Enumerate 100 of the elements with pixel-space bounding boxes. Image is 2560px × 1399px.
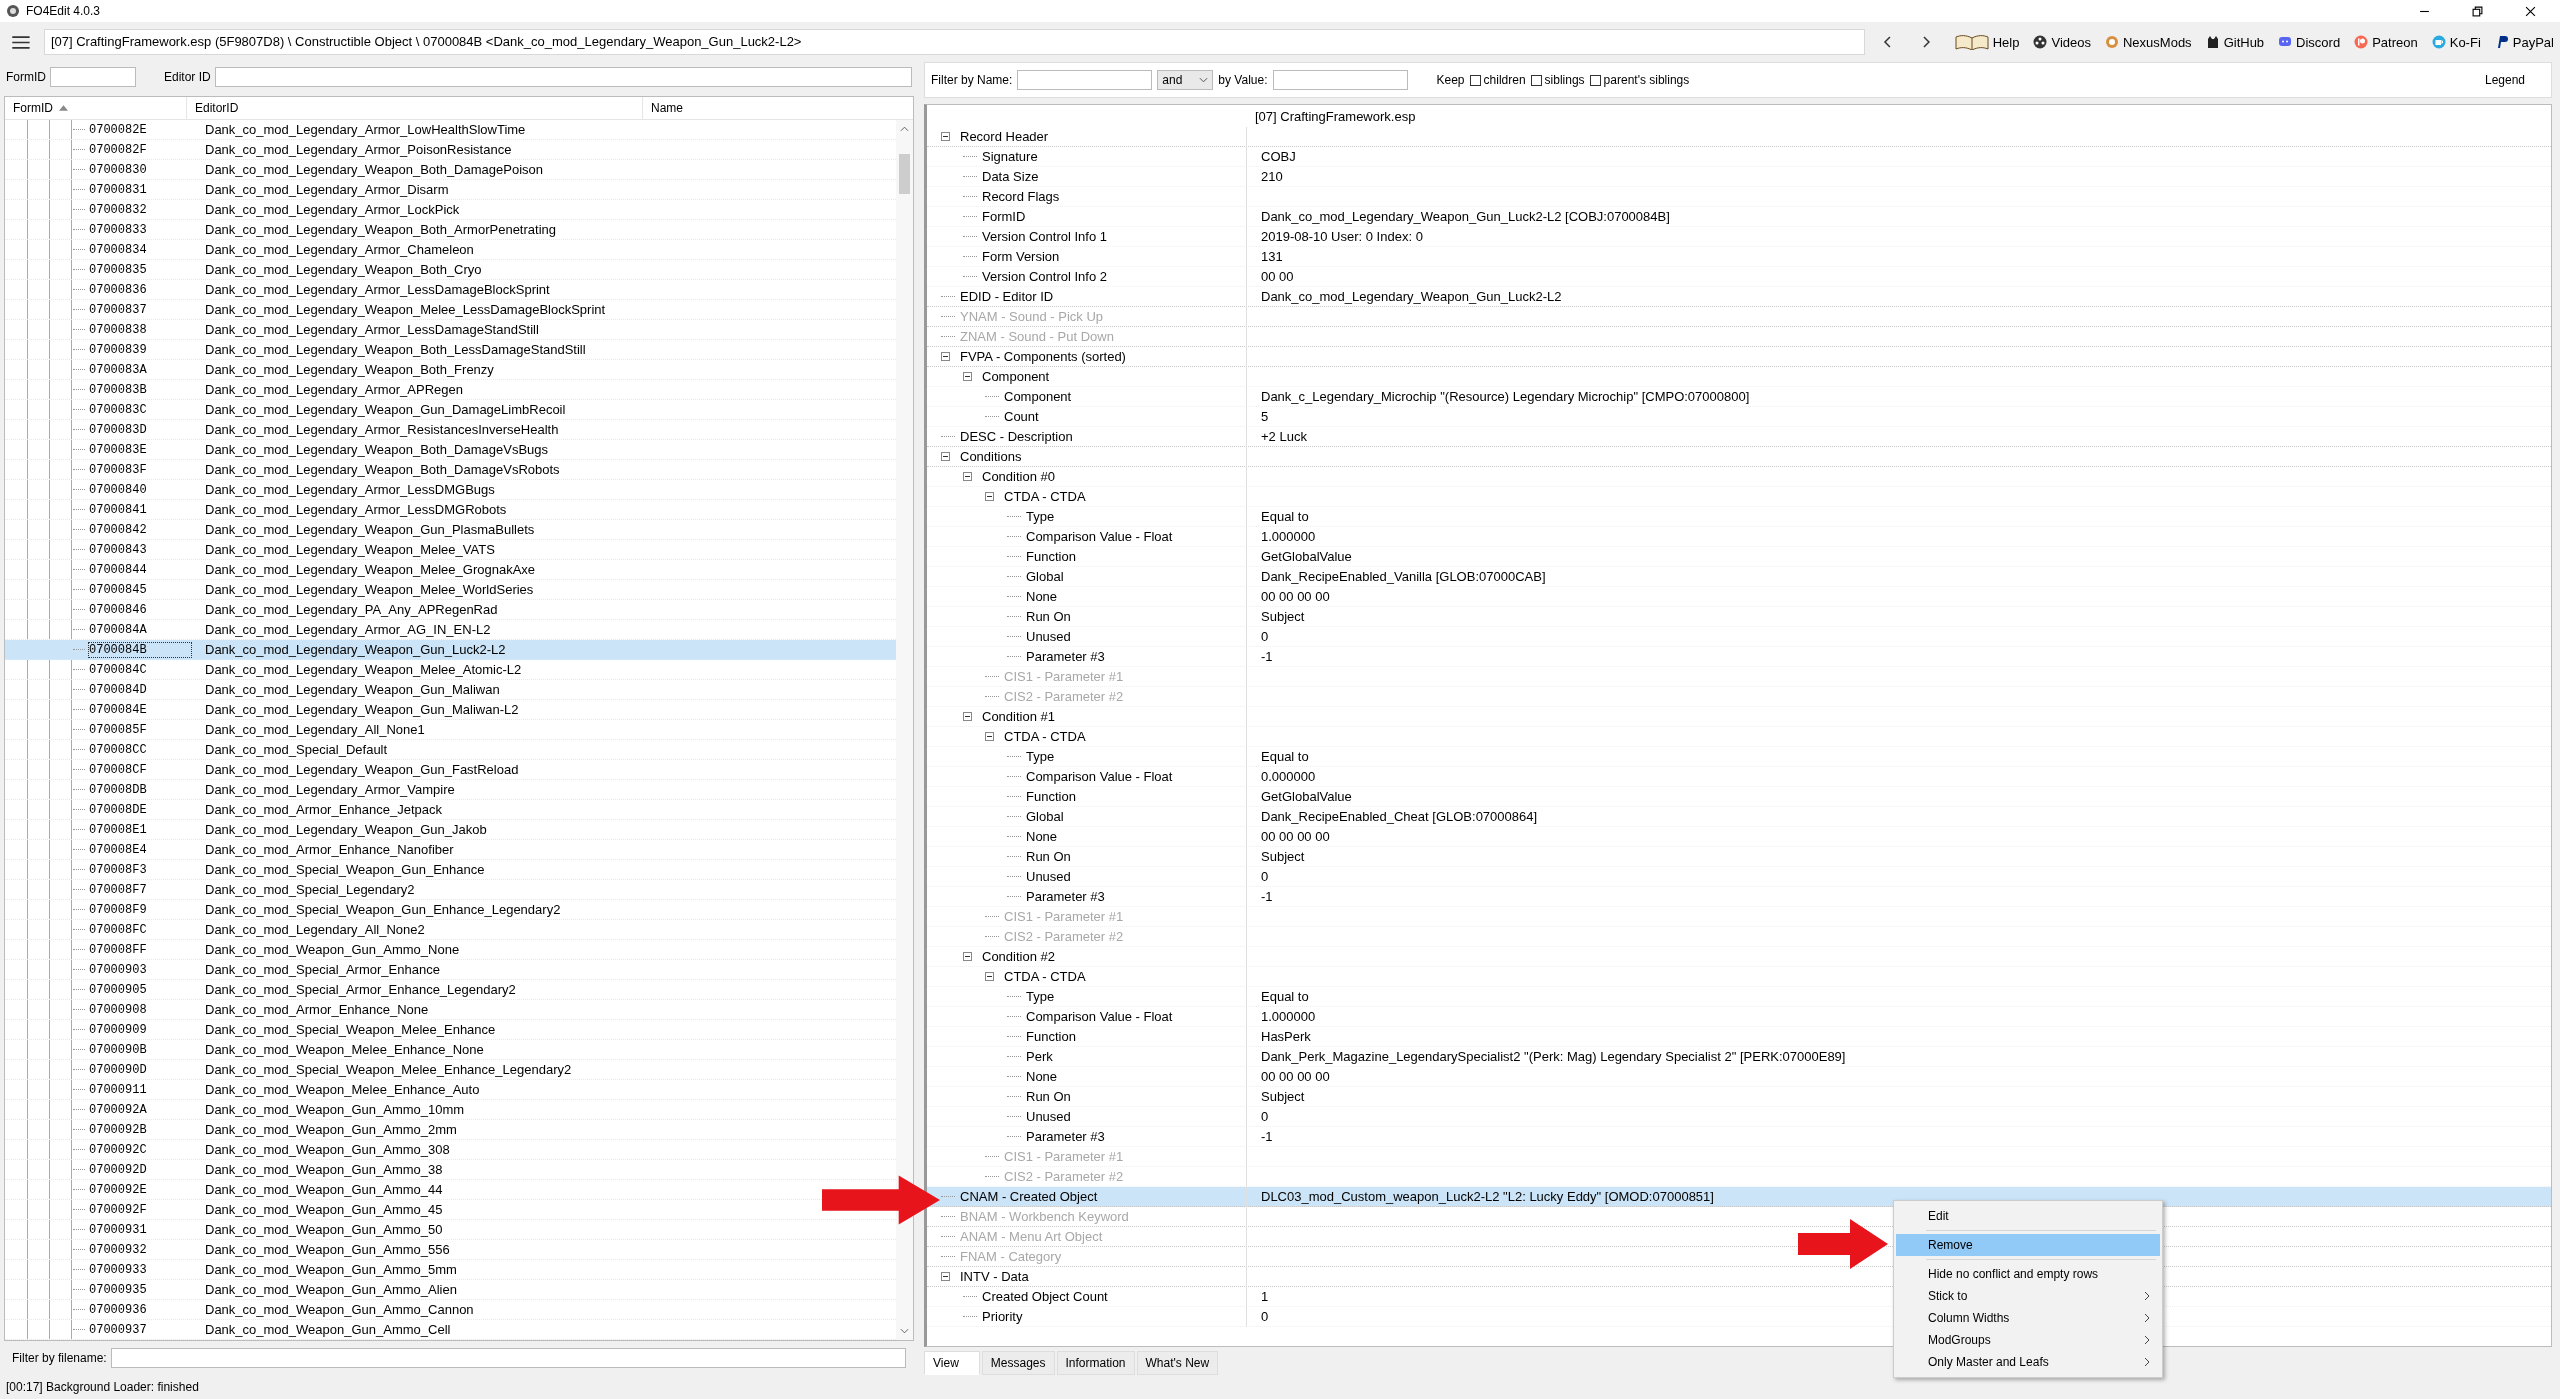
record-row[interactable]: 070008E4 Dank_co_mod_Armor_Enhance_Nanofiber [5, 840, 896, 860]
record-row[interactable]: 07000830 Dank_co_mod_Legendary_Weapon_Both_DamagePoison [5, 160, 896, 180]
checkbox[interactable] [1530, 74, 1542, 86]
checkbox[interactable] [1589, 74, 1601, 86]
record-row[interactable]: 0700092C Dank_co_mod_Weapon_Gun_Ammo_308 [5, 1140, 896, 1160]
record-row[interactable]: 07000834 Dank_co_mod_Legendary_Armor_Chameleon [5, 240, 896, 260]
tree-row[interactable]: Type Equal to [927, 507, 2551, 527]
menu-item[interactable]: Column Widths [1896, 1307, 2160, 1329]
value-filter-field[interactable] [1272, 70, 1408, 90]
record-row[interactable]: 0700083E Dank_co_mod_Legendary_Weapon_Both_DamageVsBugs [5, 440, 896, 460]
record-row[interactable]: 070008FC Dank_co_mod_Legendary_All_None2 [5, 920, 896, 940]
collapse-icon[interactable] [963, 472, 972, 481]
tree-row[interactable]: Version Control Info 2 00 00 [927, 267, 2551, 287]
tree-row[interactable]: Function GetGlobalValue [927, 547, 2551, 567]
tree-row[interactable]: Unused 0 [927, 627, 2551, 647]
record-row[interactable]: 0700082E Dank_co_mod_Legendary_Armor_LowHealthSlowTime [5, 120, 896, 140]
record-path-field[interactable]: [07] CraftingFramework.esp (5F9807D8) \ Constructible Object \ 0700084B <Dank_co_mod_Legendary_Weapon_Gun_Luck2-L2> [43, 29, 1865, 55]
record-row[interactable]: 07000905 Dank_co_mod_Special_Armor_Enhance_Legendary2 [5, 980, 896, 1000]
record-row[interactable]: 07000843 Dank_co_mod_Legendary_Weapon_Melee_VATS [5, 540, 896, 560]
tree-row[interactable]: Type Equal to [927, 987, 2551, 1007]
tree-row[interactable]: Record Flags [927, 187, 2551, 207]
tree-row[interactable]: None 00 00 00 00 [927, 587, 2551, 607]
record-row[interactable]: 07000839 Dank_co_mod_Legendary_Weapon_Both_LessDamageStandStill [5, 340, 896, 360]
record-row[interactable]: 070008DB Dank_co_mod_Legendary_Armor_Vampire [5, 780, 896, 800]
tab[interactable]: Messages [981, 1351, 1055, 1375]
column-header[interactable]: EditorID [187, 97, 643, 119]
tree-row[interactable]: Signature COBJ [927, 147, 2551, 167]
record-row[interactable]: 070008F9 Dank_co_mod_Special_Weapon_Gun_Enhance_Legendary2 [5, 900, 896, 920]
tree-row[interactable]: FormID Dank_co_mod_Legendary_Weapon_Gun_Luck2-L2 [COBJ:0700084B] [927, 207, 2551, 227]
record-row[interactable]: 07000835 Dank_co_mod_Legendary_Weapon_Both_Cryo [5, 260, 896, 280]
menu-item[interactable]: ModGroups [1896, 1329, 2160, 1351]
record-row[interactable]: 070008CF Dank_co_mod_Legendary_Weapon_Gun_FastReload [5, 760, 896, 780]
record-row[interactable]: 070008CC Dank_co_mod_Special_Default [5, 740, 896, 760]
tree-row[interactable]: Conditions [927, 447, 2551, 467]
operator-dropdown[interactable]: and [1157, 70, 1214, 90]
toolbar-link[interactable]: Discord [2278, 34, 2341, 50]
tree-row[interactable]: Parameter #3 -1 [927, 887, 2551, 907]
record-row[interactable]: 0700083A Dank_co_mod_Legendary_Weapon_Both_Frenzy [5, 360, 896, 380]
column-header[interactable]: FormID [5, 97, 187, 119]
record-row[interactable]: 07000838 Dank_co_mod_Legendary_Armor_LessDamageStandStill [5, 320, 896, 340]
collapse-icon[interactable] [985, 492, 994, 501]
menu-item[interactable]: Edit [1896, 1205, 2160, 1227]
collapse-icon[interactable] [985, 972, 994, 981]
record-row[interactable]: 07000837 Dank_co_mod_Legendary_Weapon_Melee_LessDamageBlockSprint [5, 300, 896, 320]
tree-row[interactable]: Condition #1 [927, 707, 2551, 727]
column-header[interactable]: Name [643, 97, 913, 119]
form-id-field[interactable] [50, 67, 136, 87]
editor-id-field[interactable] [214, 67, 912, 87]
record-row[interactable]: 0700084B Dank_co_mod_Legendary_Weapon_Gun_Luck2-L2 [5, 640, 896, 660]
tree-row[interactable]: Run On Subject [927, 1087, 2551, 1107]
collapse-icon[interactable] [985, 732, 994, 741]
tab[interactable]: What's New [1136, 1351, 1219, 1375]
tree-row[interactable]: EDID - Editor ID Dank_co_mod_Legendary_Weapon_Gun_Luck2-L2 [927, 287, 2551, 307]
record-row[interactable]: 0700083D Dank_co_mod_Legendary_Armor_ResistancesInverseHealth [5, 420, 896, 440]
record-row[interactable]: 070008F7 Dank_co_mod_Special_Legendary2 [5, 880, 896, 900]
tree-row[interactable]: Comparison Value - Float 1.000000 [927, 1007, 2551, 1027]
menu-item[interactable]: Stick to [1896, 1285, 2160, 1307]
collapse-icon[interactable] [963, 712, 972, 721]
record-row[interactable]: 070008E1 Dank_co_mod_Legendary_Weapon_Gun_Jakob [5, 820, 896, 840]
tree-row[interactable]: Unused 0 [927, 867, 2551, 887]
record-row[interactable]: 07000842 Dank_co_mod_Legendary_Weapon_Gun_PlasmaBullets [5, 520, 896, 540]
collapse-icon[interactable] [941, 452, 950, 461]
record-row[interactable]: 07000932 Dank_co_mod_Weapon_Gun_Ammo_556 [5, 1240, 896, 1260]
tree-row[interactable]: Parameter #3 -1 [927, 647, 2551, 667]
scroll-down-icon[interactable] [900, 1328, 909, 1334]
record-row[interactable]: 0700092D Dank_co_mod_Weapon_Gun_Ammo_38 [5, 1160, 896, 1180]
record-row[interactable]: 0700084C Dank_co_mod_Legendary_Weapon_Melee_Atomic-L2 [5, 660, 896, 680]
tree-row[interactable]: DESC - Description +2 Luck [927, 427, 2551, 447]
tree-row[interactable]: Unused 0 [927, 1107, 2551, 1127]
menu-item[interactable]: Remove [1896, 1234, 2160, 1256]
record-row[interactable]: 07000845 Dank_co_mod_Legendary_Weapon_Melee_WorldSeries [5, 580, 896, 600]
tree-row[interactable]: Count 5 [927, 407, 2551, 427]
record-row[interactable]: 07000909 Dank_co_mod_Special_Weapon_Melee_Enhance [5, 1020, 896, 1040]
record-row[interactable]: 07000937 Dank_co_mod_Weapon_Gun_Ammo_Cell [5, 1320, 896, 1340]
name-filter-field[interactable] [1017, 70, 1153, 90]
collapse-icon[interactable] [963, 372, 972, 381]
keep-option[interactable]: children [1469, 73, 1526, 87]
record-row[interactable]: 0700083B Dank_co_mod_Legendary_Armor_APRegen [5, 380, 896, 400]
menu-icon[interactable] [12, 35, 30, 49]
keep-option[interactable]: parent's siblings [1589, 73, 1690, 87]
tree-row[interactable]: Comparison Value - Float 1.000000 [927, 527, 2551, 547]
tree-row[interactable]: CTDA - CTDA [927, 967, 2551, 987]
record-row[interactable]: 0700090D Dank_co_mod_Special_Weapon_Melee_Enhance_Legendary2 [5, 1060, 896, 1080]
checkbox[interactable] [1469, 74, 1481, 86]
record-row[interactable]: 07000931 Dank_co_mod_Weapon_Gun_Ammo_50 [5, 1220, 896, 1240]
toolbar-link[interactable]: Videos [2033, 34, 2091, 50]
record-row[interactable]: 07000846 Dank_co_mod_Legendary_PA_Any_APRegenRad [5, 600, 896, 620]
record-row[interactable]: 0700083C Dank_co_mod_Legendary_Weapon_Gun_DamageLimbRecoil [5, 400, 896, 420]
restore-icon[interactable] [2472, 5, 2483, 17]
record-row[interactable]: 0700084E Dank_co_mod_Legendary_Weapon_Gun_Maliwan-L2 [5, 700, 896, 720]
record-row[interactable]: 07000936 Dank_co_mod_Weapon_Gun_Ammo_Cannon [5, 1300, 896, 1320]
collapse-icon[interactable] [963, 952, 972, 961]
toolbar-link[interactable]: Help [1954, 34, 2020, 50]
record-row[interactable]: 07000840 Dank_co_mod_Legendary_Armor_LessDMGBugs [5, 480, 896, 500]
tree-row[interactable]: FVPA - Components (sorted) [927, 347, 2551, 367]
scroll-thumb[interactable] [899, 154, 910, 194]
collapse-icon[interactable] [941, 132, 950, 141]
tree-row[interactable]: Version Control Info 1 2019-08-10 User: 0 Index: 0 [927, 227, 2551, 247]
collapse-icon[interactable] [941, 1272, 950, 1281]
tree-row[interactable]: Form Version 131 [927, 247, 2551, 267]
